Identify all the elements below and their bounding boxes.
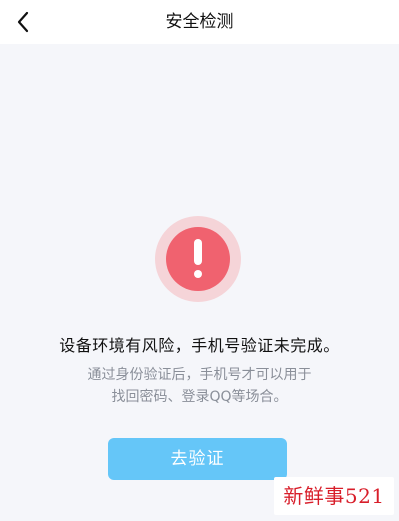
page-title: 安全检测 bbox=[165, 12, 234, 32]
watermark-text: 新鲜事521 bbox=[274, 477, 394, 515]
warning-icon bbox=[155, 216, 241, 302]
exclamation-icon bbox=[166, 227, 230, 291]
verify-button[interactable]: 去验证 bbox=[108, 438, 287, 480]
description-line-2: 找回密码、登录QQ等场合。 bbox=[111, 389, 288, 405]
risk-headline: 设备环境有风险，手机号验证未完成。 bbox=[59, 336, 340, 355]
description-line-1: 通过身份验证后，手机号才可以用于 bbox=[87, 367, 312, 383]
top-navigation-bar: 安全检测 bbox=[0, 0, 399, 44]
